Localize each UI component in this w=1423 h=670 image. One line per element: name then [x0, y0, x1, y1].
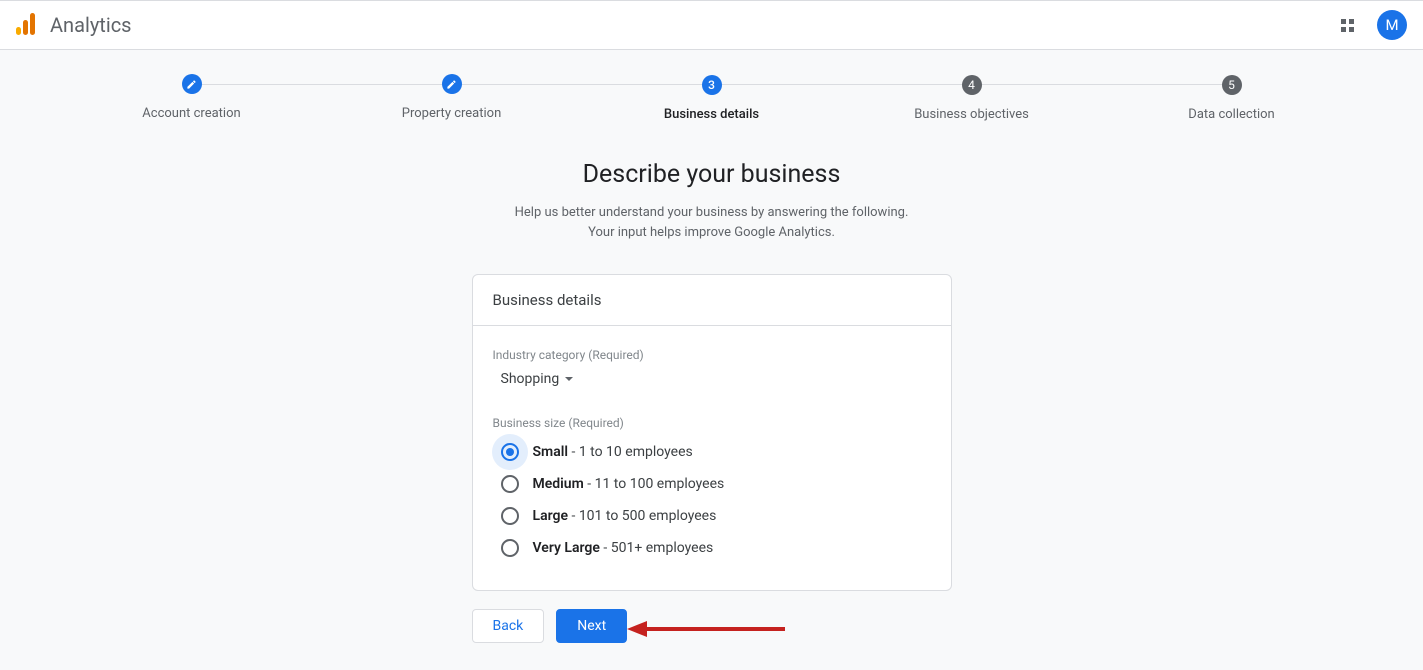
page-subtitle: Help us better understand your business …: [0, 203, 1423, 242]
industry-category-label: Industry category (Required): [493, 348, 931, 362]
avatar[interactable]: M: [1377, 10, 1407, 40]
size-desc: - 101 to 500 employees: [568, 508, 716, 524]
size-option-very-large[interactable]: Very Large - 501+ employees: [493, 532, 931, 564]
size-option-large[interactable]: Large - 101 to 500 employees: [493, 500, 931, 532]
step-label: Business details: [582, 107, 842, 122]
size-option-medium[interactable]: Medium - 11 to 100 employees: [493, 468, 931, 500]
size-name: Very Large: [533, 540, 600, 556]
step-number: 4: [962, 75, 982, 95]
card-title: Business details: [473, 275, 951, 326]
next-button[interactable]: Next: [556, 609, 627, 643]
step-data-collection: 5 Data collection: [1102, 74, 1362, 122]
industry-value: Shopping: [501, 371, 560, 387]
step-property-creation[interactable]: Property creation: [322, 74, 582, 122]
step-label: Property creation: [322, 106, 582, 121]
step-business-objectives: 4 Business objectives: [842, 74, 1102, 122]
top-bar: Analytics M: [0, 0, 1423, 50]
page-title: Describe your business: [0, 160, 1423, 189]
step-label: Account creation: [62, 106, 322, 121]
annotation-arrow-icon: [627, 619, 787, 639]
business-size-label: Business size (Required): [493, 416, 931, 430]
radio-icon: [501, 507, 519, 525]
size-name: Medium: [533, 476, 584, 492]
back-button[interactable]: Back: [472, 609, 545, 643]
app-title: Analytics: [50, 13, 132, 37]
chevron-down-icon: [565, 377, 573, 381]
radio-icon: [501, 443, 519, 461]
size-desc: - 1 to 10 employees: [568, 444, 693, 460]
step-number: 5: [1222, 75, 1242, 95]
step-account-creation[interactable]: Account creation: [62, 74, 322, 122]
analytics-logo-icon: [16, 13, 38, 37]
content-area: Account creation Property creation 3 Bus…: [0, 50, 1423, 670]
button-row: Back Next: [472, 609, 952, 643]
step-number: 3: [702, 75, 722, 95]
size-option-small[interactable]: Small - 1 to 10 employees: [493, 436, 931, 468]
step-label: Business objectives: [842, 107, 1102, 122]
size-desc: - 501+ employees: [600, 540, 713, 556]
setup-stepper: Account creation Property creation 3 Bus…: [0, 50, 1423, 122]
size-name: Large: [533, 508, 569, 524]
page-sub-line1: Help us better understand your business …: [515, 205, 909, 220]
size-name: Small: [533, 444, 569, 460]
industry-category-dropdown[interactable]: Shopping: [493, 368, 582, 390]
size-desc: - 11 to 100 employees: [584, 476, 724, 492]
page-sub-line2: Your input helps improve Google Analytic…: [588, 225, 835, 240]
business-details-card: Business details Industry category (Requ…: [472, 274, 952, 591]
pencil-icon: [186, 79, 197, 90]
radio-icon: [501, 475, 519, 493]
apps-grid-icon[interactable]: [1335, 13, 1359, 37]
step-business-details[interactable]: 3 Business details: [582, 74, 842, 122]
radio-icon: [501, 539, 519, 557]
pencil-icon: [446, 79, 457, 90]
step-label: Data collection: [1102, 107, 1362, 122]
